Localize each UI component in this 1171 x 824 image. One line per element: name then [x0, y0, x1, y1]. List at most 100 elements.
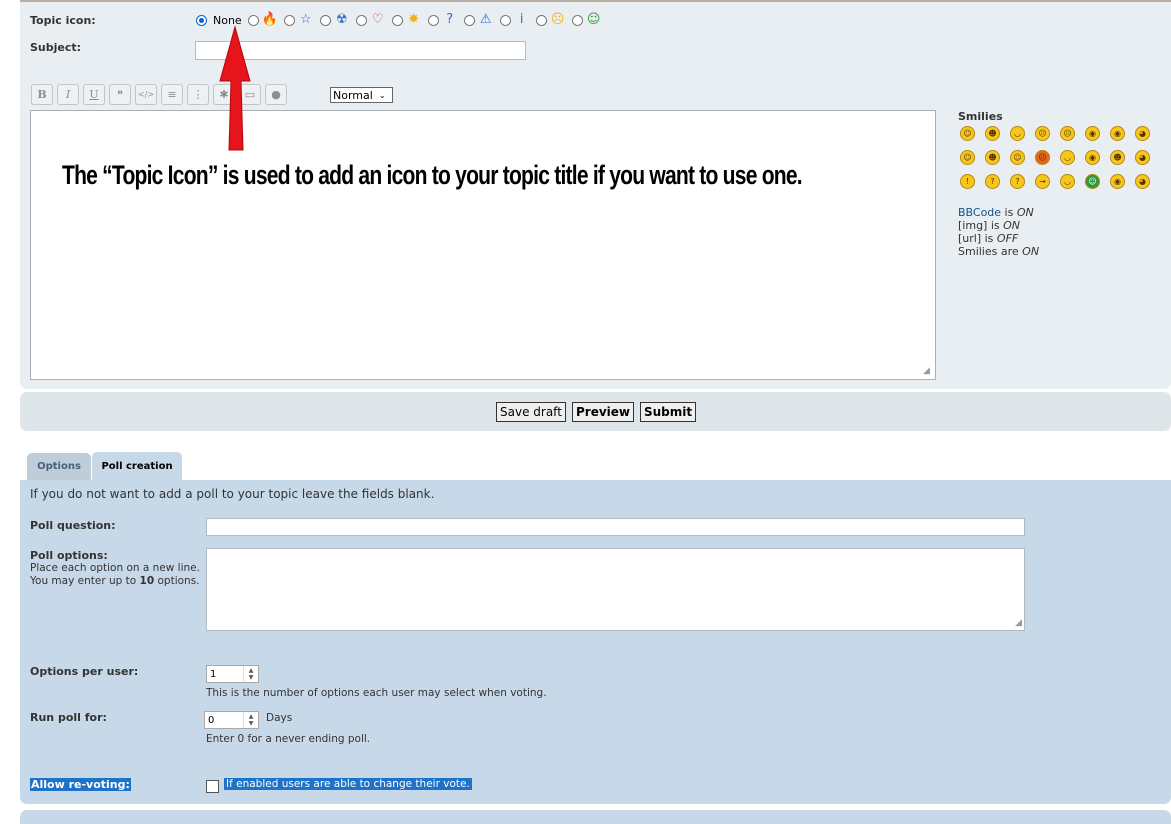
topic-icon-radio[interactable]: [463, 14, 475, 26]
topic-icon-option[interactable]: ☆: [283, 12, 314, 27]
topic-icon-radio[interactable]: [355, 14, 367, 26]
tab-options[interactable]: Options: [27, 453, 91, 480]
topic-icon-radio[interactable]: [283, 14, 295, 26]
italic-button[interactable]: I: [57, 84, 79, 105]
font-size-select[interactable]: Normal ⌄: [330, 87, 393, 103]
underline-button[interactable]: U: [83, 84, 105, 105]
code-button[interactable]: </>: [135, 84, 157, 105]
smiley-icon[interactable]: ◉: [1110, 126, 1125, 141]
question-icon: ?: [446, 12, 454, 27]
bbcode-status-line: BBCode is ON: [958, 206, 1039, 219]
topic-icon-radio[interactable]: [247, 14, 259, 26]
poll-options-help: Place each option on a new line. You may…: [30, 562, 200, 588]
topic-icon-radio[interactable]: [319, 14, 331, 26]
smiley-icon[interactable]: ?: [1010, 174, 1025, 189]
warning-icon: ⚠: [479, 12, 492, 27]
list-button[interactable]: ≡: [161, 84, 183, 105]
smiley-icon[interactable]: ◉: [1110, 174, 1125, 189]
topic-icon-option[interactable]: ♡: [355, 13, 386, 27]
poll-question-input[interactable]: [206, 518, 1025, 536]
run-poll-unit: Days: [266, 712, 293, 724]
color-button[interactable]: ●: [265, 84, 287, 105]
smiley-icon[interactable]: ◕: [1135, 150, 1150, 165]
run-poll-value: 0: [208, 714, 215, 726]
smiley-icon[interactable]: ◡: [1060, 174, 1075, 189]
bbcode-status-text: Smilies are: [958, 245, 1023, 258]
options-per-user-value: 1: [210, 668, 217, 680]
star-icon: ☆: [299, 12, 312, 27]
smiley-icon[interactable]: !: [960, 174, 975, 189]
smiley-icon[interactable]: ☺: [960, 150, 975, 165]
mad-face-icon: ☹: [550, 12, 565, 27]
poll-options-label: Poll options:: [30, 549, 108, 562]
topic-icon-radio[interactable]: [427, 14, 439, 26]
poll-options-textarea[interactable]: ◢: [206, 548, 1025, 631]
topic-icon-radio[interactable]: [499, 14, 511, 26]
preview-button[interactable]: Preview: [572, 402, 635, 422]
stepper-arrows-icon[interactable]: ▲ ▼: [243, 712, 258, 728]
allow-revoting-checkbox[interactable]: [206, 780, 219, 793]
resize-handle-icon[interactable]: ◢: [923, 367, 933, 377]
submit-button[interactable]: Submit: [640, 402, 697, 422]
bbcode-status-state: ON: [1022, 245, 1040, 258]
topic-icon-option[interactable]: i: [499, 13, 530, 27]
smiley-icon[interactable]: ◕: [1135, 126, 1150, 141]
topic-icon-radio[interactable]: [571, 14, 583, 26]
save-draft-button[interactable]: Save draft: [496, 402, 566, 422]
numbered-list-button[interactable]: ⋮: [187, 84, 209, 105]
topic-icon-radio[interactable]: [535, 14, 547, 26]
message-textarea[interactable]: ◢: [30, 110, 936, 380]
poll-options-help-end: options.: [154, 575, 200, 587]
subject-label: Subject:: [30, 41, 82, 54]
allow-revoting-help: If enabled users are able to change thei…: [224, 778, 472, 790]
tab-poll-creation[interactable]: Poll creation: [92, 452, 182, 481]
options-per-user-stepper[interactable]: 1 ▲ ▼: [206, 665, 259, 683]
smiley-icon[interactable]: ☺: [1010, 150, 1025, 165]
font-size-value: Normal: [333, 88, 373, 102]
options-per-user-help: This is the number of options each user …: [206, 687, 547, 699]
poll-options-max: 10: [139, 575, 155, 587]
smiley-icon[interactable]: ☹: [1035, 126, 1050, 141]
smiley-icon[interactable]: ☻: [985, 150, 1000, 165]
alien-icon: ☺: [586, 12, 601, 27]
smiley-icon[interactable]: ☻: [1110, 150, 1125, 165]
bbcode-status-list: BBCode is ON [img] is ON [url] is OFF Smili…: [958, 206, 1039, 258]
smiley-icon[interactable]: ☹: [1035, 150, 1050, 165]
lightbulb-icon: ✸: [408, 12, 420, 27]
bold-button[interactable]: B: [31, 84, 53, 105]
smilies-grid: ☺ ☻ ◡ ☹ ☹ ◉ ◉ ◕ ☺ ☻ ☺ ☹ ◡ ◉ ☻ ◕!?? → ◡ ☺ ◉ ◕: [960, 126, 1165, 189]
bbcode-status-line: [url] is OFF: [958, 232, 1039, 245]
smiley-icon[interactable]: ◕: [1135, 174, 1150, 189]
bbcode-status-line: Smilies are ON: [958, 245, 1039, 258]
topic-icon-option[interactable]: ✸: [391, 12, 422, 27]
resize-handle-icon[interactable]: ◢: [1015, 619, 1022, 628]
topic-icon-option[interactable]: ☺: [571, 12, 602, 27]
smiley-icon[interactable]: ◉: [1085, 126, 1100, 141]
chevron-down-icon: ⌄: [378, 90, 386, 100]
topic-icon-option[interactable]: ☢: [319, 13, 350, 27]
smiley-icon[interactable]: ?: [985, 174, 1000, 189]
smiley-icon[interactable]: ◉: [1085, 150, 1100, 165]
topic-icon-radio[interactable]: [391, 14, 403, 26]
topic-icon-option[interactable]: ⚠: [463, 12, 494, 27]
quote-button[interactable]: ❝: [109, 84, 131, 105]
topic-icon-label: Topic icon:: [30, 14, 96, 27]
smiley-icon[interactable]: ☻: [985, 126, 1000, 141]
bbcode-status-line: [img] is ON: [958, 219, 1039, 232]
smiley-icon[interactable]: ◡: [1010, 126, 1025, 141]
topic-icon-option[interactable]: ☹: [535, 12, 566, 27]
run-poll-stepper[interactable]: 0 ▲ ▼: [204, 711, 259, 729]
smiley-icon[interactable]: →: [1035, 174, 1050, 189]
smiley-icon[interactable]: ☹: [1060, 126, 1075, 141]
smiley-icon[interactable]: ☺: [1085, 174, 1100, 189]
bbcode-status-text: [img] is: [958, 219, 1004, 232]
red-arrow-annotation: [219, 25, 251, 151]
bbcode-status-state: ON: [1016, 206, 1034, 219]
bbcode-status-state: OFF: [996, 232, 1019, 245]
smiley-icon[interactable]: ☺: [960, 126, 975, 141]
topic-icon-option[interactable]: ?: [427, 12, 458, 27]
bbcode-help-link[interactable]: BBCode: [958, 206, 1001, 219]
smiley-icon[interactable]: ◡: [1060, 150, 1075, 165]
stepper-arrows-icon[interactable]: ▲ ▼: [243, 666, 258, 682]
topic-icon-radio[interactable]: [196, 14, 207, 26]
